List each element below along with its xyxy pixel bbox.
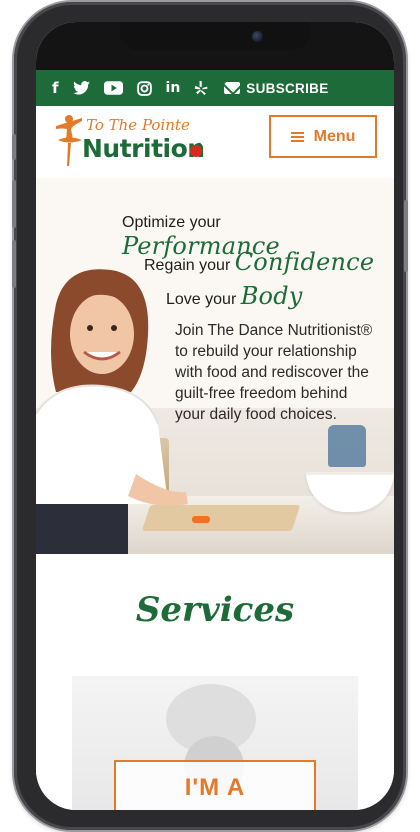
social-bar: f in SUBSCRIBE (36, 70, 394, 106)
jar-image (328, 425, 366, 467)
services-title: Services (135, 590, 295, 630)
hero-line-1-lead: Optimize your (122, 214, 221, 231)
twitter-icon[interactable] (72, 81, 90, 95)
im-a-button[interactable]: I'M A (114, 760, 316, 810)
yelp-icon[interactable] (194, 80, 208, 96)
volume-up-button (12, 180, 16, 228)
instagram-icon[interactable] (136, 80, 152, 96)
facebook-icon[interactable]: f (52, 80, 59, 96)
logo-wordmark: Nutrition (82, 134, 205, 163)
mute-switch (12, 134, 16, 160)
hero-line-2-lead: Regain your (144, 257, 231, 274)
hero-section: Optimize your Performance Regain your Co… (36, 178, 394, 554)
hero-body-text: Join The Dance Nutritionist® to rebuild … (175, 322, 373, 423)
ballerina-icon (56, 115, 82, 166)
hero-line-3: Love your Body (166, 282, 394, 310)
logo-script-text: To The Pointe (86, 116, 190, 134)
phone-screen: f in SUBSCRIBE To The Pointe Nutrition M… (36, 22, 394, 810)
cutting-board (141, 505, 301, 531)
envelope-icon (224, 82, 241, 94)
carrot-image (192, 516, 210, 523)
linkedin-icon[interactable]: in (166, 81, 181, 95)
camera-icon (252, 31, 263, 42)
notch (120, 22, 310, 50)
site-header: To The Pointe Nutrition Menu (36, 106, 394, 178)
subscribe-label: SUBSCRIBE (246, 80, 329, 96)
hero-line-2: Regain your Confidence (144, 248, 394, 276)
subscribe-link[interactable]: SUBSCRIBE (224, 81, 328, 96)
site-logo[interactable]: To The Pointe Nutrition (52, 112, 205, 170)
hamburger-icon (290, 131, 304, 142)
hero-line-3-lead: Love your (166, 291, 237, 308)
volume-down-button (12, 240, 16, 288)
power-button (404, 200, 408, 272)
menu-label: Menu (313, 127, 356, 145)
menu-button[interactable]: Menu (269, 115, 377, 158)
im-a-label: I'M A (184, 774, 246, 801)
apple-icon (190, 142, 202, 157)
youtube-icon[interactable] (103, 81, 123, 95)
hero-line-2-accent: Confidence (234, 248, 375, 276)
hero-line-3-accent: Body (240, 282, 303, 310)
